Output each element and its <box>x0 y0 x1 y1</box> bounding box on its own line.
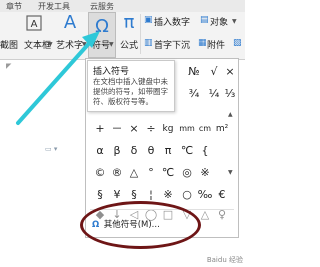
watermark: Baidu 经验 <box>206 256 243 264</box>
annotation-ellipse <box>80 201 201 249</box>
